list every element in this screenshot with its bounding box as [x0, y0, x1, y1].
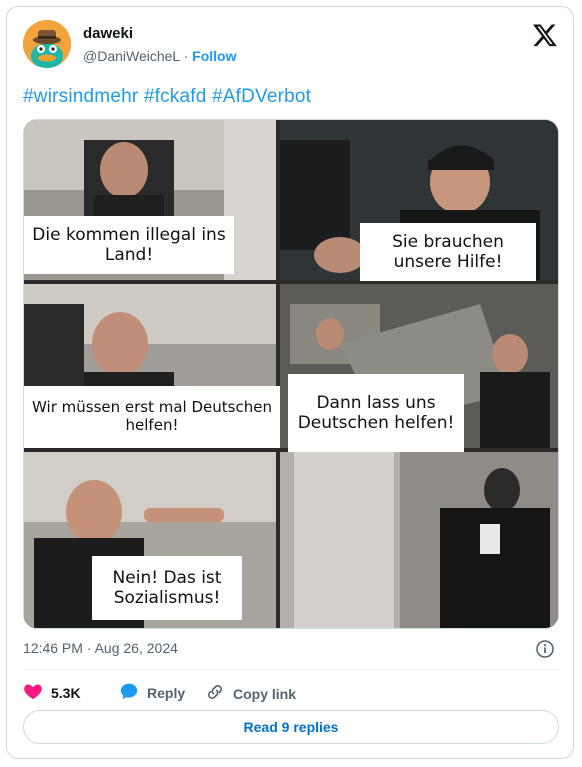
- reply-label: Reply: [147, 684, 186, 701]
- tweet-text[interactable]: #wirsindmehr #fckafd #AfDVerbot: [23, 86, 311, 108]
- tweet-card: daweki @DaniWeicheL · Follow #wirsindmeh…: [6, 6, 574, 759]
- like-count: 5.3K: [51, 684, 81, 701]
- meme-caption-5: Nein! Das ist Sozialismus!: [92, 556, 242, 620]
- handle-separator: ·: [179, 48, 193, 64]
- author-handle-row: @DaniWeicheL · Follow: [83, 48, 236, 64]
- meme-caption-4: Dann lass uns Deutschen helfen!: [288, 374, 464, 452]
- link-icon: [205, 682, 225, 705]
- heart-icon: [23, 682, 43, 703]
- author-display-name[interactable]: daweki: [83, 25, 133, 42]
- x-logo-icon[interactable]: [532, 22, 558, 48]
- author-handle[interactable]: @DaniWeicheL: [83, 48, 180, 64]
- copy-link-label: Copy link: [233, 685, 297, 702]
- info-icon[interactable]: [535, 639, 555, 659]
- meme-image[interactable]: Die kommen illegal ins Land! Sie brauche…: [23, 119, 559, 629]
- reply-bubble-icon: [119, 682, 139, 703]
- copy-link-button[interactable]: Copy link: [205, 682, 296, 705]
- meme-caption-3: Wir müssen erst mal Deutschen helfen!: [24, 386, 280, 448]
- follow-link[interactable]: Follow: [192, 48, 236, 64]
- meme-panel-6: [280, 452, 558, 628]
- meme-caption-1: Die kommen illegal ins Land!: [24, 216, 234, 274]
- like-button[interactable]: 5.3K: [23, 682, 81, 703]
- tweet-timestamp[interactable]: 12:46 PM · Aug 26, 2024: [23, 640, 178, 656]
- reply-button[interactable]: Reply: [119, 682, 185, 703]
- meme-caption-2: Sie brauchen unsere Hilfe!: [360, 223, 536, 281]
- divider: [23, 669, 559, 670]
- avatar[interactable]: [23, 20, 71, 68]
- read-replies-button[interactable]: Read 9 replies: [23, 710, 559, 744]
